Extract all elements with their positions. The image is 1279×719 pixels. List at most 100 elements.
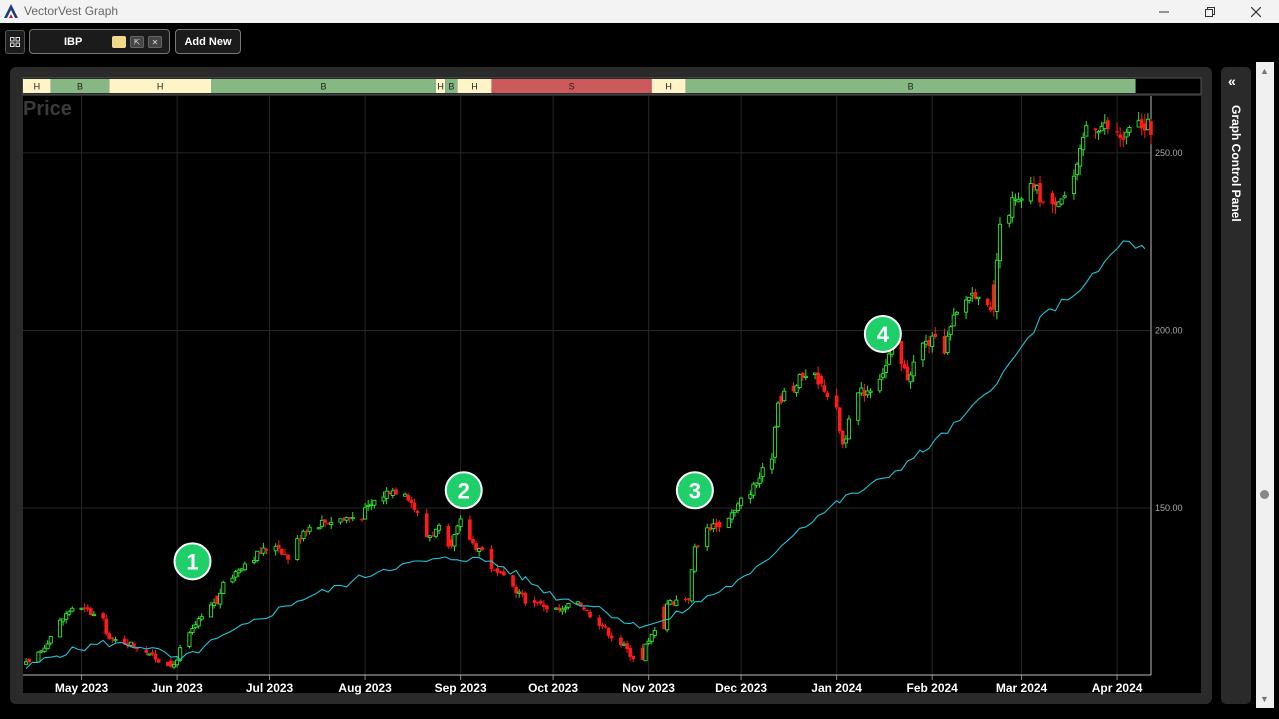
x-tick-label: Apr 2024	[1092, 681, 1143, 695]
candle-body-down	[628, 647, 632, 657]
scroll-up-icon[interactable]: ▲	[1260, 66, 1269, 76]
x-tick-label: May 2023	[55, 681, 109, 695]
candle-body-up	[307, 526, 312, 532]
candle-body-down	[1149, 121, 1153, 135]
candle-body-up	[566, 602, 571, 608]
y-axis-area	[1151, 96, 1201, 675]
candle-body-down	[150, 652, 155, 655]
candle-body-up	[923, 340, 929, 345]
candle-body-up	[964, 299, 969, 313]
candle-body-up	[1062, 195, 1067, 198]
annotation-label: 4	[877, 322, 890, 347]
candle-body-down	[816, 372, 820, 385]
candle-body-down	[132, 643, 136, 648]
candle-body-up	[261, 547, 266, 554]
candle-body-down	[280, 549, 284, 555]
candle-body-down	[834, 395, 839, 408]
candle-body-down	[520, 592, 525, 595]
candle-body-down	[110, 637, 115, 639]
candle-body-up	[91, 613, 96, 616]
candle-body-up	[1145, 118, 1150, 131]
candle-body-up	[329, 521, 334, 525]
vertical-scrollbar[interactable]: ▲ ▼	[1256, 62, 1274, 708]
candle-body-up	[403, 493, 408, 497]
candle-body-down	[1115, 131, 1119, 133]
candle-body-up	[36, 651, 41, 663]
candle-body-up	[945, 335, 950, 354]
candle-body-down	[582, 607, 586, 610]
candle-body-up	[295, 538, 300, 560]
candle-body-down	[1041, 201, 1045, 203]
candle-body-down	[1106, 120, 1110, 130]
candle-body-up	[1019, 198, 1024, 201]
candle-body-up	[726, 517, 731, 528]
candle-body-down	[480, 547, 485, 551]
candle-body-down	[283, 553, 287, 556]
candle-body-down	[631, 655, 636, 660]
candle-body-up	[652, 629, 657, 636]
candle-body-up	[458, 518, 463, 527]
candle-body-up	[803, 375, 808, 378]
candle-body-up	[877, 378, 882, 392]
candle-body-up	[976, 296, 981, 300]
candle-body-down	[144, 649, 149, 653]
candle-body-down	[1139, 119, 1144, 129]
candle-body-up	[769, 458, 774, 470]
candle-body-up	[880, 373, 885, 378]
candle-body-down	[394, 489, 398, 495]
signal-segment-label: H	[157, 82, 164, 92]
candle-body-down	[523, 592, 528, 604]
scroll-down-icon[interactable]: ▼	[1260, 694, 1269, 704]
candle-body-up	[301, 530, 306, 540]
x-tick-label: Jan 2024	[811, 681, 862, 695]
candle-body-down	[1050, 192, 1055, 205]
candle-body-down	[606, 627, 611, 636]
price-chart[interactable]: H B H B H B H S H B150.00200.00250.00May 2023 Jun …	[0, 0, 1279, 719]
candle-body-down	[409, 499, 414, 503]
graph-control-panel[interactable]: « Graph Control Panel	[1221, 67, 1251, 704]
candle-body-up	[477, 548, 482, 552]
candle-body-down	[501, 571, 506, 576]
candle-body-up	[212, 602, 217, 606]
candle-body-down	[532, 600, 537, 604]
candle-body-down	[27, 658, 31, 663]
x-tick-label: Feb 2024	[906, 681, 958, 695]
y-tick-label: 250.00	[1155, 148, 1183, 158]
x-tick-label: Oct 2023	[528, 681, 578, 695]
candle-body-up	[689, 569, 694, 602]
candle-body-down	[819, 375, 824, 384]
x-tick-label: Dec 2023	[715, 681, 767, 695]
candle-body-down	[683, 598, 688, 601]
double-chevron-left-icon[interactable]: «	[1228, 73, 1236, 89]
candle-body-down	[585, 610, 589, 612]
candle-body-up	[57, 619, 63, 638]
candle-body-down	[489, 548, 494, 570]
candle-body-up	[147, 653, 152, 656]
candle-body-up	[273, 545, 278, 552]
candle-body-up	[674, 599, 679, 606]
candle-body-down	[609, 635, 614, 639]
candle-body-down	[988, 306, 993, 311]
candle-body-up	[994, 259, 999, 312]
candle-body-down	[277, 545, 281, 549]
annotation-marker: 3	[675, 471, 714, 510]
candle-body-up	[45, 643, 50, 650]
x-tick-label: Nov 2023	[622, 681, 675, 695]
signal-segment-label: H	[34, 82, 41, 92]
scroll-thumb[interactable]	[1260, 490, 1269, 499]
candle-body-down	[603, 626, 608, 628]
candle-body-up	[729, 512, 734, 520]
candle-body-up	[221, 581, 226, 594]
candle-body-down	[825, 392, 830, 397]
candle-body-up	[1078, 147, 1083, 167]
candle-body-up	[230, 577, 235, 583]
candle-body-down	[415, 510, 420, 514]
annotation-marker: 4	[863, 314, 902, 353]
candle-body-up	[67, 611, 72, 615]
candle-body-up	[813, 372, 818, 375]
candle-body-up	[344, 517, 349, 521]
candle-body-up	[782, 390, 787, 402]
candle-body-up	[856, 392, 861, 421]
candle-body-up	[1028, 183, 1033, 202]
candle-body-down	[837, 407, 842, 432]
